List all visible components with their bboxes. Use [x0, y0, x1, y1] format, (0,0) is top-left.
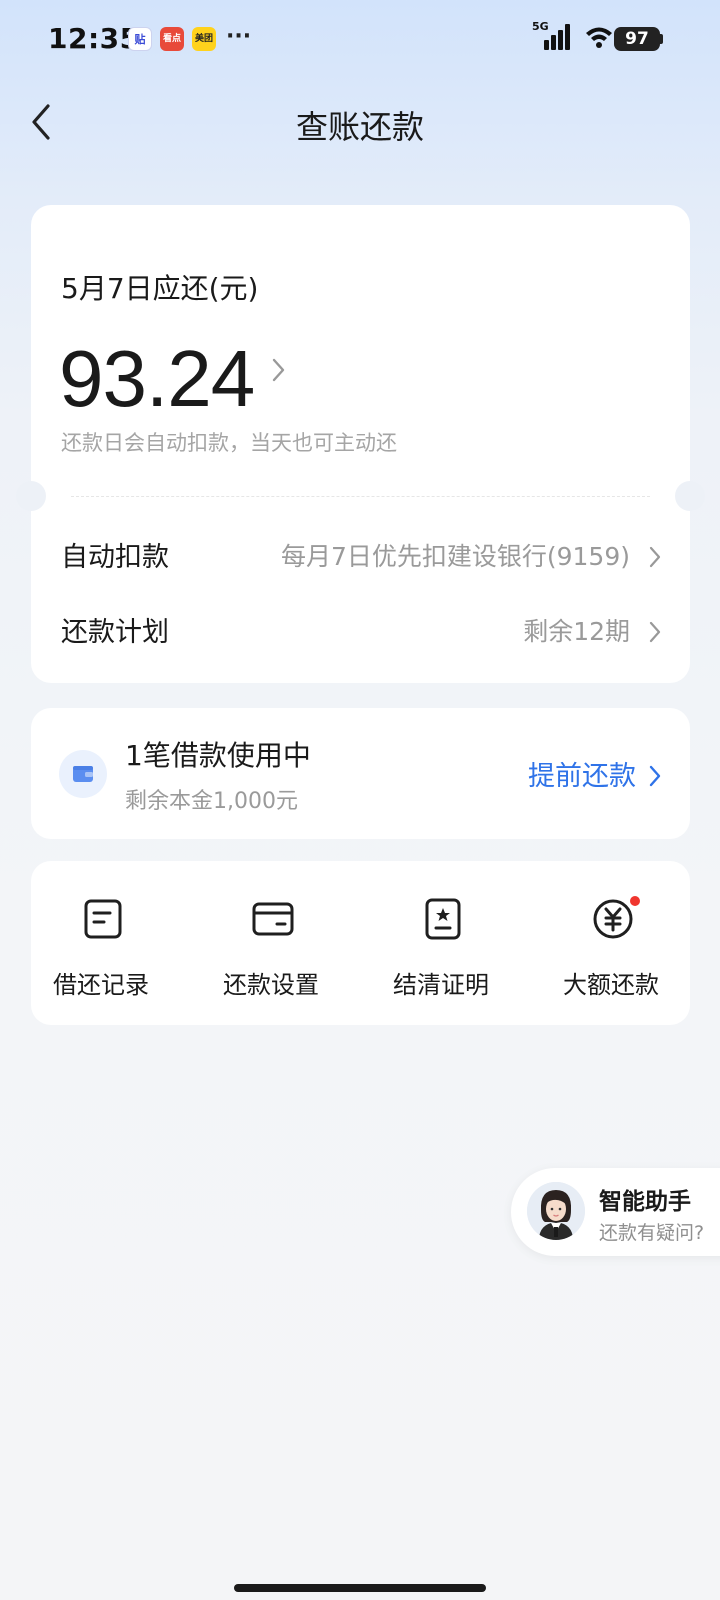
tool-label: 还款设置: [223, 971, 319, 999]
prepay-button[interactable]: 提前还款: [528, 754, 664, 792]
tool-settlement-certificate[interactable]: 结清证明: [371, 897, 511, 1007]
assistant-title: 智能助手: [599, 1189, 691, 1215]
bill-card: 5月7日应还(元) 93.24 还款日会自动扣款，当天也可主动还 自动扣款 每月…: [16, 205, 705, 683]
chevron-right-icon: [649, 546, 661, 568]
assistant-subtitle: 还款有疑问?: [599, 1222, 705, 1244]
card-notch: [16, 481, 46, 511]
status-bar: 12:35 贴 看点 美团 ··· 5G 97: [0, 0, 720, 80]
assistant-avatar: [527, 1182, 585, 1240]
dashed-divider: [71, 496, 650, 497]
active-loan-title: 1笔借款使用中: [125, 739, 311, 772]
smart-assistant-button[interactable]: 智能助手 还款有疑问?: [511, 1168, 720, 1256]
prepay-label: 提前还款: [528, 761, 636, 792]
repayment-plan-value: 剩余12期: [523, 617, 630, 646]
chevron-right-icon: [649, 765, 661, 787]
signal-icon: [544, 24, 570, 50]
auto-debit-value: 每月7日优先扣建设银行(9159): [280, 542, 630, 571]
yuan-icon: [593, 899, 633, 939]
card-notch: [675, 481, 705, 511]
battery-tip: [660, 34, 663, 44]
auto-debit-hint: 还款日会自动扣款，当天也可主动还: [61, 431, 397, 455]
page-title: 查账还款: [295, 108, 424, 146]
battery-icon: 97: [614, 27, 660, 51]
tool-repayment-settings[interactable]: 还款设置: [201, 897, 341, 1007]
notification-dot: [629, 895, 641, 907]
auto-debit-label: 自动扣款: [61, 542, 169, 573]
loan-card: 1笔借款使用中 剩余本金1,000元 提前还款: [31, 708, 690, 839]
repayment-plan-row[interactable]: 还款计划 剩余12期: [61, 610, 664, 650]
tool-loan-records[interactable]: 借还记录: [31, 897, 171, 1007]
auto-debit-row[interactable]: 自动扣款 每月7日优先扣建设银行(9159): [61, 535, 664, 575]
wallet-card-icon: [252, 902, 294, 936]
wifi-icon: [586, 27, 612, 48]
due-amount[interactable]: 93.24: [59, 333, 255, 425]
certificate-icon: [425, 898, 461, 940]
tieba-app-icon: 贴: [128, 27, 152, 51]
chevron-right-icon: [649, 621, 661, 643]
tool-label: 结清证明: [393, 971, 489, 999]
remaining-principal: 剩余本金1,000元: [125, 789, 298, 814]
tool-large-repayment[interactable]: 大额还款: [541, 895, 681, 1007]
tool-label: 借还记录: [53, 971, 149, 999]
status-time: 12:35: [48, 22, 140, 55]
wallet-icon: [59, 750, 107, 798]
tools-card: 借还记录 还款设置 结清证明 大额还款: [31, 861, 690, 1025]
tool-label: 大额还款: [563, 971, 659, 999]
repayment-plan-label: 还款计划: [61, 617, 169, 648]
home-indicator[interactable]: [234, 1584, 486, 1592]
chevron-right-icon[interactable]: [269, 355, 289, 385]
due-date-label: 5月7日应还(元): [61, 272, 259, 305]
kandian-app-icon: 看点: [160, 27, 184, 51]
more-notifications-icon: ···: [226, 24, 252, 49]
meituan-app-icon: 美团: [192, 27, 216, 51]
record-icon: [84, 899, 122, 939]
